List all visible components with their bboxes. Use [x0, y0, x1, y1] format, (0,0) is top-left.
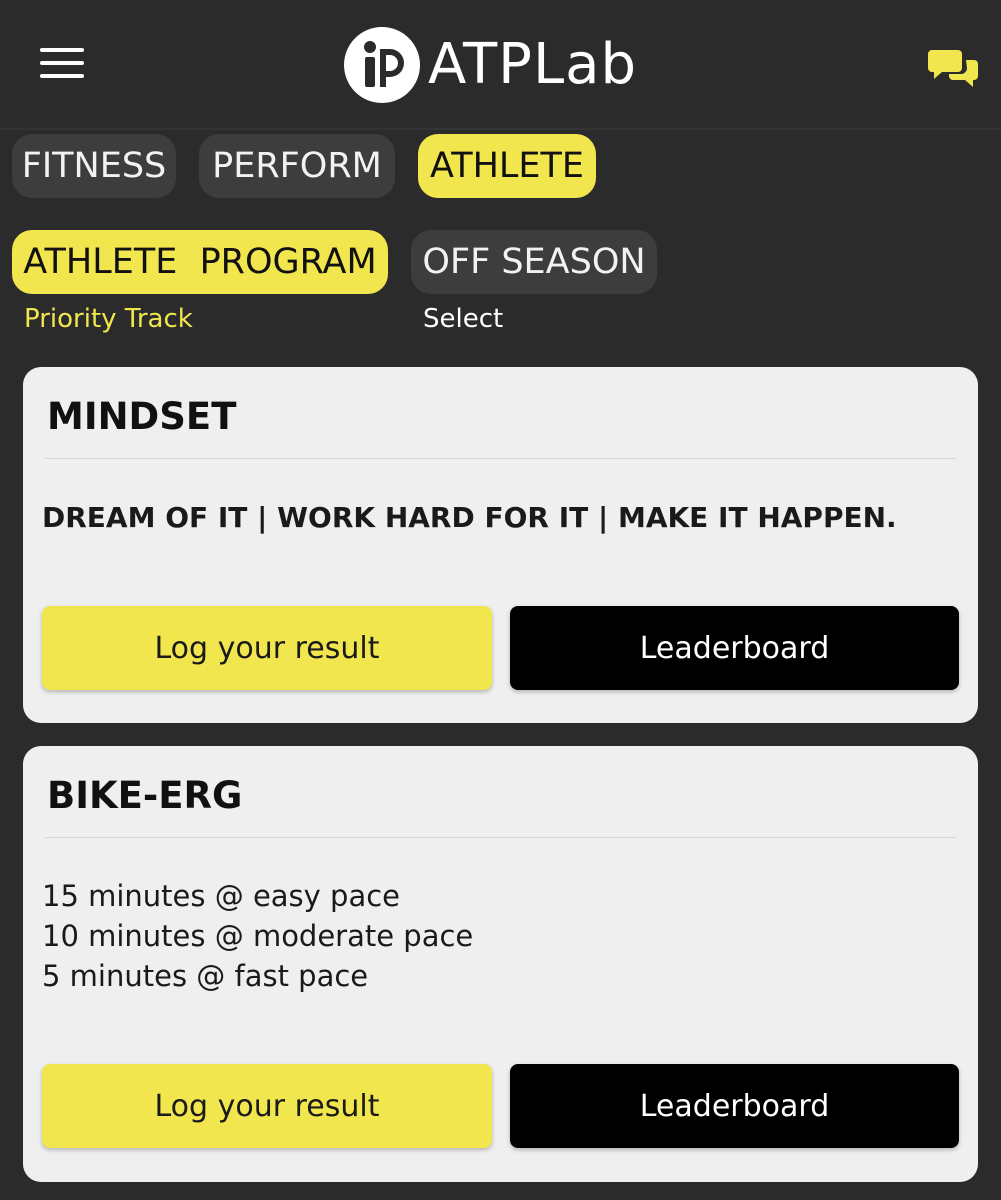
atplab-logo-icon: [344, 27, 420, 103]
chat-bubbles-icon[interactable]: [928, 44, 980, 90]
tab-perform-label: PERFORM: [212, 146, 382, 186]
track-off-season[interactable]: OFF SEASON: [411, 230, 657, 294]
workout-line: 5 minutes @ fast pace: [42, 959, 369, 993]
leaderboard-button[interactable]: Leaderboard: [510, 1064, 959, 1148]
card-quote: DREAM OF IT | WORK HARD FOR IT | MAKE IT…: [42, 501, 897, 534]
log-result-button[interactable]: Log your result: [42, 606, 492, 690]
app-root: ATPLab FITNESS PERFORM ATHLETE ATHLETE P…: [0, 0, 1001, 1200]
mindset-card: MINDSET DREAM OF IT | WORK HARD FOR IT |…: [23, 367, 978, 723]
priority-track-label: Priority Track: [24, 304, 193, 334]
tab-fitness[interactable]: FITNESS: [12, 134, 176, 198]
top-bar: ATPLab: [0, 0, 1001, 130]
track-athlete-program-label: ATHLETE PROGRAM: [23, 242, 377, 282]
track-off-season-label: OFF SEASON: [422, 242, 646, 282]
tab-athlete[interactable]: ATHLETE: [418, 134, 596, 198]
app-logo: ATPLab: [344, 24, 637, 106]
log-result-label: Log your result: [154, 630, 380, 666]
leaderboard-label: Leaderboard: [639, 630, 830, 666]
tab-athlete-label: ATHLETE: [429, 146, 585, 186]
select-label: Select: [423, 304, 504, 334]
log-result-label: Log your result: [154, 1088, 380, 1124]
bike-erg-card: BIKE-ERG 15 minutes @ easy pace 10 minut…: [23, 746, 978, 1182]
tab-perform[interactable]: PERFORM: [199, 134, 395, 198]
card-divider: [45, 458, 956, 459]
log-result-button[interactable]: Log your result: [42, 1064, 492, 1148]
card-divider: [45, 837, 956, 838]
card-title: MINDSET: [47, 395, 237, 438]
workout-line: 15 minutes @ easy pace: [42, 879, 401, 913]
tab-fitness-label: FITNESS: [21, 146, 167, 186]
leaderboard-label: Leaderboard: [639, 1088, 830, 1124]
workout-line: 10 minutes @ moderate pace: [42, 919, 474, 953]
card-title: BIKE-ERG: [47, 774, 243, 817]
track-athlete-program[interactable]: ATHLETE PROGRAM: [12, 230, 388, 294]
leaderboard-button[interactable]: Leaderboard: [510, 606, 959, 690]
logo-wordmark: ATPLab: [428, 32, 637, 97]
hamburger-menu-icon[interactable]: [40, 48, 88, 84]
